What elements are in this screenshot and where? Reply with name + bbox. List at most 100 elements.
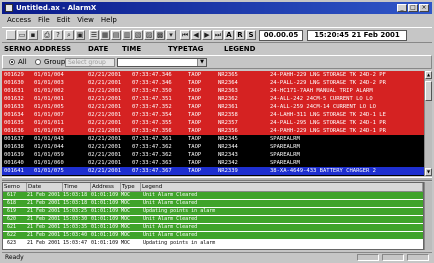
alarm-tag: NR2345: [218, 136, 238, 142]
event-serno: 622: [7, 232, 17, 238]
scroll-up-icon[interactable]: ▲: [425, 71, 432, 79]
ev-col-date[interactable]: Date: [27, 183, 63, 191]
prev-record-icon[interactable]: ◀: [191, 30, 201, 40]
group-radio[interactable]: [35, 59, 41, 65]
alarm-legend: 24-ALL-242 24CM-5 CURRENT LO LO: [270, 96, 373, 102]
alarm-tag: NR2343: [218, 152, 238, 158]
event-row[interactable]: 619 21 Feb 2001 15:03:25 01:01:109 MOC U…: [3, 208, 423, 215]
menu-file[interactable]: File: [38, 15, 50, 25]
alarm-list-scrollbar[interactable]: ▲ ▼: [424, 71, 432, 176]
status-panel: [407, 254, 429, 261]
chart-icon[interactable]: ▩: [155, 30, 165, 40]
alarm-serno: 001640: [4, 160, 24, 166]
alarm-row[interactable]: 001632 01/01/001 02/21/2001 07:33:47.351…: [2, 95, 424, 103]
filter-combo[interactable]: ▼: [117, 58, 207, 67]
chevron-down-icon[interactable]: ▾: [166, 30, 176, 40]
ev-col-legend[interactable]: Legend: [141, 183, 423, 191]
list-icon[interactable]: ☰: [89, 30, 99, 40]
event-row[interactable]: 617 21 Feb 2001 15:03:18 01:01:109 MOC U…: [3, 192, 423, 199]
next-record-icon[interactable]: ▶: [202, 30, 212, 40]
alarm-type: TAOP: [188, 96, 202, 102]
chevron-down-icon[interactable]: ▼: [197, 59, 206, 66]
help-icon[interactable]: ?: [53, 30, 63, 40]
alarm-type: TAOP: [188, 136, 202, 142]
alarm-address: 01/01/004: [34, 72, 64, 78]
print-icon[interactable]: ⎙: [42, 30, 52, 40]
filter-icon[interactable]: ▥: [122, 30, 132, 40]
alarm-row[interactable]: 001636 01/01/076 02/21/2001 07:33:47.356…: [2, 127, 424, 135]
alarm-row[interactable]: 001637 01/01/043 02/21/2001 07:33:47.361…: [2, 135, 424, 143]
first-record-icon[interactable]: ⏮: [180, 30, 190, 40]
alarm-serno: 001632: [4, 96, 24, 102]
report-icon[interactable]: ▨: [144, 30, 154, 40]
alarm-row[interactable]: 001630 01/01/003 02/21/2001 07:33:47.346…: [2, 79, 424, 87]
col-legend[interactable]: LEGEND: [224, 44, 255, 54]
alarm-date: 02/21/2001: [88, 168, 122, 174]
pane-splitter[interactable]: [2, 177, 432, 181]
silence-button[interactable]: S: [246, 30, 256, 40]
event-address: 01:01:109: [91, 240, 119, 246]
alarm-tag: NR2342: [218, 160, 238, 166]
event-list-scrollbar[interactable]: [424, 182, 432, 250]
alarm-time: 07:33:47.350: [132, 88, 172, 94]
alarm-row[interactable]: 001640 01/01/060 02/21/2001 07:33:47.363…: [2, 159, 424, 167]
alarm-row[interactable]: 001634 01/01/007 02/21/2001 07:33:47.354…: [2, 111, 424, 119]
alarm-time: 07:33:47.367: [132, 168, 172, 174]
alarm-date: 02/21/2001: [88, 72, 122, 78]
col-time[interactable]: TIME: [122, 44, 141, 54]
event-row[interactable]: 618 21 Feb 2001 15:03:18 01:01:109 MOC U…: [3, 200, 423, 207]
window-icon[interactable]: ▣: [75, 30, 85, 40]
alarm-row[interactable]: 001633 01/01/005 02/21/2001 07:33:47.352…: [2, 103, 424, 111]
alarm-row[interactable]: 001639 01/01/059 02/21/2001 07:33:47.362…: [2, 151, 424, 159]
alarm-serno: 001638: [4, 144, 24, 150]
col-address[interactable]: ADDRESS: [34, 44, 71, 54]
counter-display: 00.00.05: [259, 30, 303, 41]
col-serno[interactable]: SERNO: [4, 44, 31, 54]
grid-icon[interactable]: ▦: [100, 30, 110, 40]
event-row[interactable]: 620 21 Feb 2001 15:03:30 01:01:109 MOC U…: [3, 216, 423, 223]
event-serno: 620: [7, 216, 17, 222]
event-row[interactable]: 622 21 Feb 2001 15:03:40 01:01:109 MOC U…: [3, 232, 423, 239]
event-row[interactable]: 621 21 Feb 2001 15:03:35 01:01:109 MOC U…: [3, 224, 423, 231]
ev-col-type[interactable]: Type: [121, 183, 141, 191]
new-icon[interactable]: [6, 30, 16, 40]
col-date[interactable]: DATE: [88, 44, 108, 54]
alarm-date: 02/21/2001: [88, 160, 122, 166]
menu-help[interactable]: Help: [101, 15, 117, 25]
event-date: 21 Feb 2001: [27, 192, 61, 198]
alarm-row[interactable]: 001631 01/01/002 02/21/2001 07:33:47.350…: [2, 87, 424, 95]
menu-edit[interactable]: Edit: [57, 15, 71, 25]
event-legend: Updating points in alarm: [143, 240, 216, 246]
ev-col-serno[interactable]: Serno: [3, 183, 27, 191]
acknowledge-button[interactable]: A: [224, 30, 234, 40]
scroll-down-icon[interactable]: ▼: [425, 168, 432, 176]
minimize-button[interactable]: _: [397, 4, 407, 12]
alarm-time: 07:33:47.355: [132, 120, 172, 126]
alarm-time: 07:33:47.356: [132, 128, 172, 134]
group-select[interactable]: Select group: [65, 58, 115, 67]
all-radio[interactable]: [9, 59, 15, 65]
alarm-row[interactable]: 001641 01/01/075 02/21/2001 07:33:47.367…: [2, 167, 424, 175]
alarm-row[interactable]: 001635 01/01/011 02/21/2001 07:33:47.355…: [2, 119, 424, 127]
alarm-serno: 001641: [4, 168, 24, 174]
alarm-icon[interactable]: ▧: [133, 30, 143, 40]
save-icon[interactable]: ▪: [28, 30, 38, 40]
maximize-button[interactable]: □: [408, 4, 418, 12]
menu-view[interactable]: View: [77, 15, 94, 25]
col-tag[interactable]: TAG: [188, 44, 203, 54]
scroll-thumb[interactable]: [425, 81, 432, 101]
ev-col-address[interactable]: Address: [91, 183, 121, 191]
last-record-icon[interactable]: ⏭: [213, 30, 223, 40]
col-type[interactable]: TYPE: [168, 44, 188, 54]
reset-button[interactable]: R: [235, 30, 245, 40]
open-icon[interactable]: ▭: [17, 30, 27, 40]
close-button[interactable]: ×: [419, 4, 429, 12]
alarm-tag: NR2361: [218, 104, 238, 110]
find-icon[interactable]: ⌕: [64, 30, 74, 40]
table-icon[interactable]: ▤: [111, 30, 121, 40]
ev-col-time[interactable]: Time: [63, 183, 91, 191]
alarm-row[interactable]: 001629 01/01/004 02/21/2001 07:33:47.346…: [2, 71, 424, 79]
menu-access[interactable]: Access: [7, 15, 31, 25]
alarm-row[interactable]: 001638 01/01/044 02/21/2001 07:33:47.362…: [2, 143, 424, 151]
event-row[interactable]: 623 21 Feb 2001 15:03:47 01:01:109 MOC U…: [3, 240, 423, 247]
